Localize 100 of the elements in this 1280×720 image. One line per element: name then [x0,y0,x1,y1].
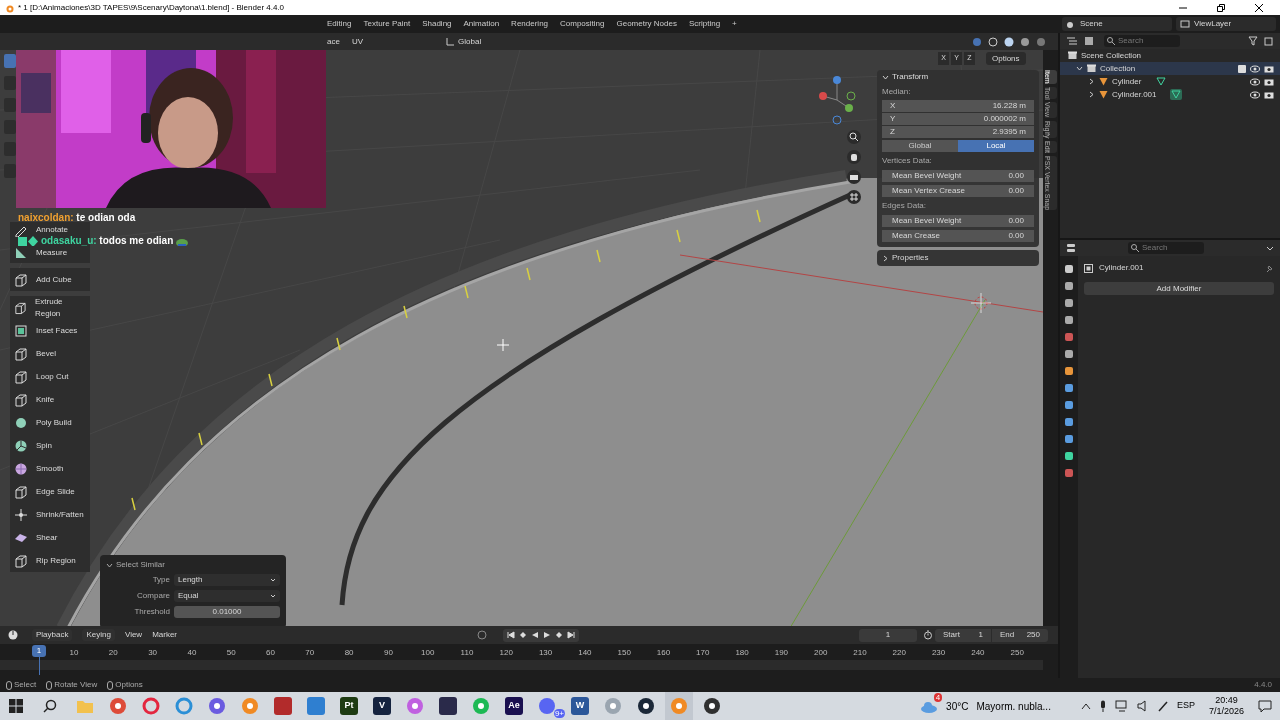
circle-icon[interactable] [703,697,721,715]
rendered-shading-icon[interactable] [1036,36,1046,47]
eye-icon[interactable] [1250,90,1260,99]
microphone-icon[interactable] [1098,700,1107,712]
tool-button[interactable]: Loop Cut [10,365,90,388]
close-icon[interactable] [1254,2,1264,13]
tool-button[interactable]: Poly Build [10,411,90,434]
tool-button[interactable]: Annotate [10,224,90,235]
tree-item[interactable]: Cylinder.001 [1112,88,1157,101]
number-field[interactable]: X 16.228 m [882,100,1034,112]
chevron-right-icon[interactable] [1088,91,1095,98]
eye-icon[interactable] [1250,64,1260,73]
app-icon[interactable]: Ae [505,697,523,715]
toggle-button[interactable]: Global [882,140,958,152]
current-frame-field[interactable]: 1 [859,628,918,642]
tool-button[interactable]: Edge Slide [10,480,90,503]
display-mode-icon[interactable] [1066,36,1078,46]
language-indicator[interactable]: ESP [1176,699,1195,713]
dropdown[interactable]: Equal [174,590,280,602]
next-keyframe-icon[interactable] [555,631,564,639]
panel-header[interactable]: Transform [882,70,1034,84]
hand-icon[interactable] [847,150,861,164]
circle-icon[interactable] [637,697,655,715]
overlay-icon[interactable] [972,36,982,47]
workspace-tab[interactable]: Geometry Nodes [611,18,682,30]
filter-icon[interactable] [1248,36,1258,46]
editor-type-icon[interactable] [1066,243,1078,253]
chevron-down-icon[interactable] [1266,244,1274,252]
tree-item[interactable]: Collection [1100,62,1136,75]
solid-shading-icon[interactable] [1004,36,1014,47]
wireframe-shading-icon[interactable] [988,36,998,47]
tool-button[interactable]: Shear [10,526,90,549]
number-field[interactable]: 0.01000 [174,606,280,618]
eye-icon[interactable] [1250,77,1260,86]
pin-icon[interactable] [1265,263,1274,273]
material-shading-icon[interactable] [1020,36,1030,47]
chevron-down-icon[interactable] [1076,65,1083,72]
filter-view-icon[interactable] [1084,36,1096,46]
speaker-icon[interactable] [1136,700,1149,712]
tool-button[interactable]: Knife [10,388,90,411]
windows-logo-icon[interactable] [9,699,23,713]
notifications-icon[interactable] [1258,700,1272,712]
stopwatch-icon[interactable] [923,630,934,640]
workspace-tab[interactable]: Editing [322,18,357,30]
panel-header[interactable]: Select Similar [106,559,280,571]
number-field[interactable]: Z 2.9395 m [882,126,1034,138]
orientation-dropdown[interactable]: Global [443,35,485,48]
clock-time[interactable]: 20:49 [1215,695,1238,706]
app-icon[interactable]: V [373,697,391,715]
play-reverse-icon[interactable] [531,631,540,639]
jump-start-icon[interactable] [507,631,516,639]
ring-icon[interactable] [142,697,160,715]
clock-date[interactable]: 7/1/2026 [1208,706,1244,717]
menu-item[interactable]: UV [351,35,364,48]
menu-item[interactable]: Keying [82,629,115,641]
jump-end-icon[interactable] [567,631,576,639]
play-icon[interactable] [543,631,552,639]
record-icon[interactable] [477,630,488,640]
zoom-icon[interactable] [847,130,861,144]
app-icon[interactable]: W [571,697,589,715]
workspace-tab[interactable]: Shading [417,18,457,30]
app-icon[interactable]: Pt [340,697,358,715]
restore-icon[interactable] [1216,2,1226,13]
tool-button[interactable]: Measure [10,247,90,258]
workspace-tab[interactable]: Texture Paint [358,18,416,30]
toggle-button[interactable]: Local [958,140,1034,152]
playhead[interactable]: 1 [32,645,46,657]
number-field[interactable]: Mean Bevel Weight 0.00 [882,215,1034,227]
tree-item[interactable]: Cylinder [1112,75,1142,88]
tool-button[interactable]: Shrink/Fatten [10,503,90,526]
menu-item[interactable]: ace [327,35,340,48]
new-collection-icon[interactable] [1264,36,1274,46]
number-field[interactable]: Mean Bevel Weight 0.00 [882,170,1034,182]
number-field[interactable]: Y 0.000002 m [882,113,1034,125]
tool-button[interactable]: Inset Faces [10,319,90,342]
view-layer-selector[interactable]: ViewLayer [1176,17,1276,31]
menu-item[interactable]: Playback [32,629,73,641]
tool-button[interactable]: Extrude Region [10,296,90,319]
number-field[interactable]: Mean Crease 0.00 [882,230,1034,242]
number-field[interactable]: Mean Vertex Crease 0.00 [882,185,1034,197]
scene-selector[interactable]: Scene [1062,17,1172,31]
tool-button[interactable]: Spin [10,434,90,457]
search-icon[interactable] [43,699,57,713]
options-button[interactable]: Options [986,52,1026,65]
tree-item[interactable]: Scene Collection [1081,49,1142,62]
chevron-right-icon[interactable] [1088,78,1095,85]
menu-item[interactable]: Marker [152,629,178,641]
grid-icon[interactable] [847,190,861,204]
panel-header[interactable]: Properties [877,250,1039,266]
add-modifier-button[interactable]: Add Modifier [1084,282,1274,295]
tool-button[interactable]: Rip Region [10,549,90,572]
end-frame-field[interactable]: End 250 [992,628,1049,642]
app-icon[interactable] [439,697,457,715]
camera-icon[interactable] [1264,64,1274,73]
start-frame-field[interactable]: Start 1 [935,628,992,642]
workspace-tab[interactable]: Rendering [506,18,554,30]
menu-item[interactable]: View [124,629,143,641]
workspace-tab[interactable]: + [727,18,742,30]
editor-type-icon[interactable] [8,630,18,640]
chevron-up-icon[interactable] [1080,702,1091,710]
